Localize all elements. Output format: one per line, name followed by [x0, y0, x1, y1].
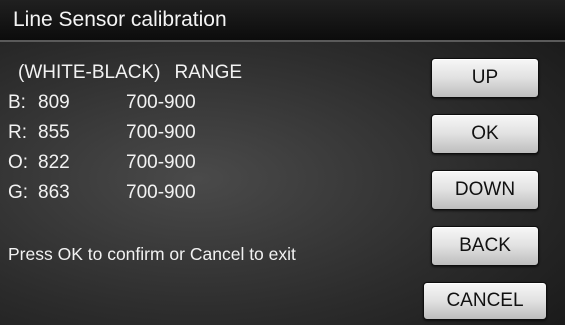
reading-label: R: — [8, 122, 27, 143]
reading-range: 700-900 — [126, 122, 196, 143]
reading-range: 700-900 — [126, 92, 196, 113]
up-button[interactable]: UP — [431, 58, 539, 98]
reading-range: 700-900 — [126, 182, 196, 203]
reading-label: O: — [8, 152, 29, 173]
ok-button[interactable]: OK — [431, 114, 539, 154]
range-header-range: RANGE — [174, 62, 243, 83]
reading-label: B: — [8, 92, 26, 113]
range-header-measure: (WHITE-BLACK) — [18, 62, 161, 83]
reading-range: 700-900 — [126, 152, 196, 173]
down-button[interactable]: DOWN — [431, 170, 539, 210]
reading-value: 863 — [38, 182, 70, 203]
reading-value: 822 — [38, 152, 70, 173]
reading-value: 809 — [38, 92, 70, 113]
cancel-button[interactable]: CANCEL — [423, 282, 547, 320]
back-button[interactable]: BACK — [431, 226, 539, 266]
screen-title: Line Sensor calibration — [13, 8, 227, 31]
title-bar: Line Sensor calibration — [0, 0, 565, 42]
reading-label: G: — [8, 182, 29, 203]
range-header: (WHITE-BLACK) RANGE — [18, 62, 242, 84]
instruction-message: Press OK to confirm or Cancel to exit — [8, 244, 296, 264]
calibration-screen: Line Sensor calibration (WHITE-BLACK) RAN… — [0, 0, 565, 325]
reading-value: 855 — [38, 122, 70, 143]
